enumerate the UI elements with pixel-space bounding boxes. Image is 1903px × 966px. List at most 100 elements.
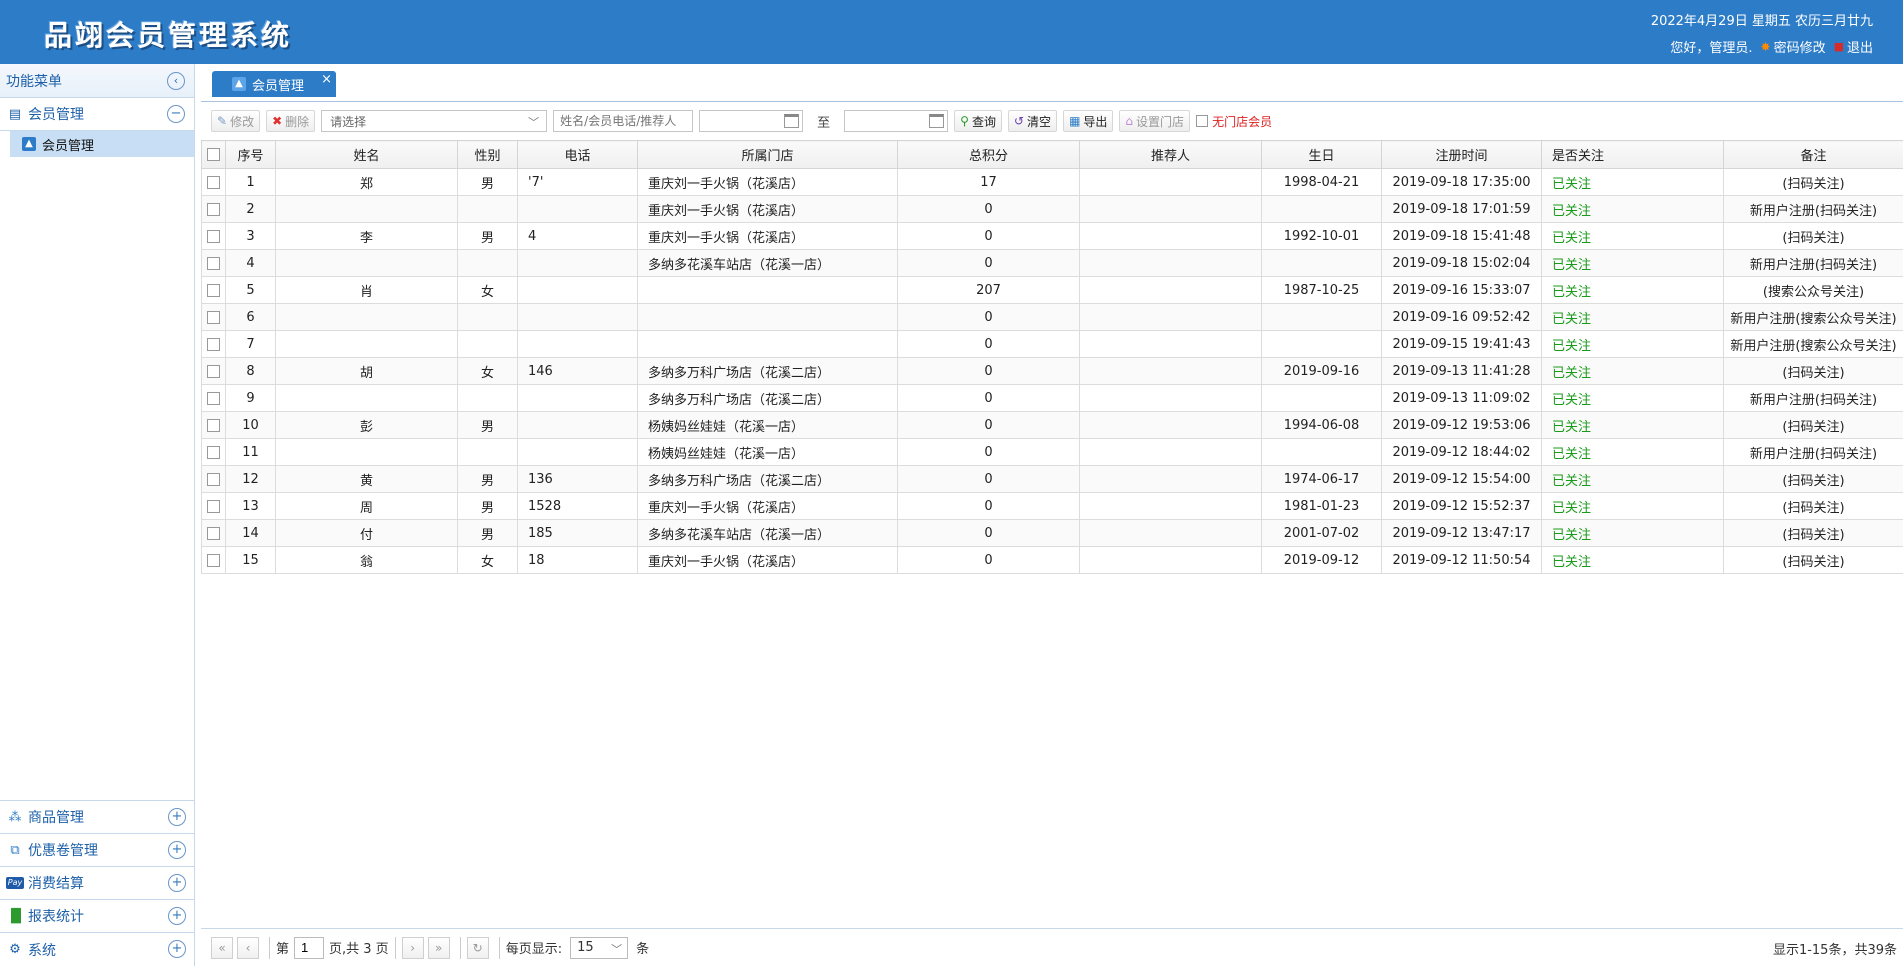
table-row[interactable]: 2 重庆刘一手火锅（花溪店） 0 2019-09-18 17:01:59 已关注 新用户注… (201, 195, 1903, 223)
column-header[interactable]: 总积分 (897, 140, 1080, 169)
change-password-link[interactable]: ✸ 密码修改 (1761, 37, 1826, 57)
row-select-cell[interactable] (201, 519, 226, 547)
prev-page-icon[interactable]: ‹ (237, 936, 259, 959)
sidebar-group-member[interactable]: ▤ 会员管理 − (0, 98, 194, 131)
expand-icon[interactable]: + (168, 808, 186, 826)
edit-button[interactable]: ✎ 修改 (211, 110, 261, 132)
table-row[interactable]: 13 周男 1528 重庆刘一手火锅（花溪店） 0 1981-01-23 2019-09-1… (201, 492, 1903, 520)
sidebar-group-coupon[interactable]: ⧉ 优惠卷管理 + (0, 834, 195, 867)
tab-member-management[interactable]: ▲ 会员管理 × (212, 71, 336, 97)
logout-link[interactable]: ■ 退出 (1834, 37, 1873, 56)
row-checkbox[interactable] (207, 472, 220, 486)
column-header[interactable]: 推荐人 (1079, 140, 1262, 169)
table-row[interactable]: 5 肖女 207 1987-10-25 2019-09-16 15:33:07 已关注 (搜… (201, 276, 1903, 304)
table-row[interactable]: 4 多纳多花溪车站店（花溪一店） 0 2019-09-18 15:02:04 已关注 新用… (201, 249, 1903, 277)
row-select-cell[interactable] (201, 546, 226, 574)
row-checkbox[interactable] (207, 310, 220, 324)
column-header[interactable]: 注册时间 (1381, 140, 1542, 169)
sidebar-group-system[interactable]: ⚙ 系统 + (0, 933, 195, 966)
table-row[interactable]: 1 郑男 '7' 重庆刘一手火锅（花溪店） 17 1998-04-21 2019-09-18… (201, 168, 1903, 196)
column-header[interactable]: 序号 (225, 140, 276, 169)
row-select-cell[interactable] (201, 222, 226, 250)
page-number-input[interactable] (294, 936, 325, 959)
row-select-cell[interactable] (201, 303, 226, 331)
next-page-icon[interactable]: › (401, 936, 424, 959)
start-date-input[interactable] (699, 110, 804, 132)
table-row[interactable]: 3 李男 4 重庆刘一手火锅（花溪店） 0 1992-10-01 2019-09-18 15… (201, 222, 1903, 250)
row-select-cell[interactable] (201, 357, 226, 385)
row-checkbox[interactable] (207, 553, 220, 567)
row-checkbox[interactable] (207, 391, 220, 405)
row-select-cell[interactable] (201, 195, 226, 223)
row-checkbox[interactable] (207, 364, 220, 378)
sidebar-item-member-management[interactable]: ▲ 会员管理 (10, 131, 194, 157)
column-header[interactable]: 所属门店 (637, 140, 898, 169)
table-row[interactable]: 8 胡女 146 多纳多万科广场店（花溪二店） 0 2019-09-16 2019-09-1… (201, 357, 1903, 385)
table-cell: 9 (225, 384, 276, 412)
row-select-cell[interactable] (201, 168, 226, 196)
column-header[interactable]: 电话 (517, 140, 638, 169)
expand-icon[interactable]: + (168, 907, 186, 925)
table-row[interactable]: 11 杨姨妈丝娃娃（花溪一店） 0 2019-09-12 18:44:02 已关注 新用户… (201, 438, 1903, 466)
export-button[interactable]: ▦ 导出 (1063, 110, 1114, 132)
clear-button[interactable]: ↺ 清空 (1007, 110, 1058, 132)
table-row[interactable]: 6 0 2019-09-16 09:52:42 已关注 新用户注册(搜索公众号关注) (201, 303, 1903, 331)
no-store-checkbox[interactable] (1196, 115, 1209, 127)
sidebar-group-goods[interactable]: ⁂ 商品管理 + (0, 801, 195, 834)
first-page-icon[interactable]: « (211, 936, 233, 959)
column-header[interactable]: 性别 (457, 140, 518, 169)
collapse-sidebar-icon[interactable]: ‹ (167, 72, 185, 90)
collapse-group-icon[interactable]: − (167, 105, 185, 123)
row-checkbox[interactable] (207, 202, 220, 216)
row-checkbox[interactable] (207, 499, 220, 513)
calendar-icon[interactable] (929, 114, 945, 128)
close-icon[interactable]: × (321, 72, 332, 87)
row-checkbox[interactable] (207, 418, 220, 432)
no-store-filter[interactable]: 无门店会员 (1196, 113, 1272, 130)
row-select-cell[interactable] (201, 276, 226, 304)
expand-icon[interactable]: + (168, 841, 186, 859)
row-select-cell[interactable] (201, 249, 226, 277)
row-checkbox[interactable] (207, 256, 220, 270)
row-select-cell[interactable] (201, 465, 226, 493)
table-cell (517, 411, 638, 439)
row-checkbox[interactable] (207, 175, 220, 189)
set-store-button[interactable]: ⌂ 设置门店 (1119, 110, 1191, 132)
table-row[interactable]: 15 翁女 18 重庆刘一手火锅（花溪店） 0 2019-09-12 2019-09-12 … (201, 546, 1903, 574)
end-date-input[interactable] (844, 110, 949, 132)
row-checkbox[interactable] (207, 526, 220, 540)
column-header[interactable]: 生日 (1261, 140, 1382, 169)
table-row[interactable]: 10 彭男 杨姨妈丝娃娃（花溪一店） 0 1994-06-08 2019-09-12 19… (201, 411, 1903, 439)
row-select-cell[interactable] (201, 438, 226, 466)
table-cell: 0 (897, 357, 1080, 385)
row-select-cell[interactable] (201, 492, 226, 520)
row-select-cell[interactable] (201, 411, 226, 439)
select-all-checkbox[interactable] (207, 148, 220, 161)
last-page-icon[interactable]: » (427, 936, 450, 959)
row-checkbox[interactable] (207, 445, 220, 459)
row-checkbox[interactable] (207, 229, 220, 243)
row-checkbox[interactable] (207, 283, 220, 297)
calendar-icon[interactable] (784, 114, 800, 128)
row-select-cell[interactable] (201, 330, 226, 358)
table-row[interactable]: 12 黄男 136 多纳多万科广场店（花溪二店） 0 1974-06-17 2019-09-… (201, 465, 1903, 493)
table-row[interactable]: 7 0 2019-09-15 19:41:43 已关注 新用户注册(搜索公众号关注) (201, 330, 1903, 358)
table-row[interactable]: 14 付男 185 多纳多花溪车站店（花溪一店） 0 2001-07-02 2019-09-… (201, 519, 1903, 547)
column-header[interactable]: 备注 (1723, 140, 1903, 169)
store-select[interactable]: 请选择 ﹀ (321, 110, 548, 132)
search-input[interactable] (553, 110, 694, 132)
refresh-icon[interactable]: ↻ (466, 936, 489, 959)
row-select-cell[interactable] (201, 384, 226, 412)
table-row[interactable]: 9 多纳多万科广场店（花溪二店） 0 2019-09-13 11:09:02 已关注 新用… (201, 384, 1903, 412)
column-header[interactable]: 姓名 (275, 140, 458, 169)
sidebar-group-reports[interactable]: ▐▌ 报表统计 + (0, 900, 195, 933)
delete-button[interactable]: ✖ 删除 (266, 110, 316, 132)
column-header[interactable]: 是否关注 (1541, 140, 1724, 169)
sidebar-group-settlement[interactable]: Pay 消费结算 + (0, 867, 195, 900)
expand-icon[interactable]: + (168, 874, 186, 892)
row-checkbox[interactable] (207, 337, 220, 351)
query-button[interactable]: ⚲ 查询 (954, 110, 1002, 132)
select-all-cell[interactable] (201, 140, 226, 169)
expand-icon[interactable]: + (168, 940, 186, 958)
page-size-select[interactable]: 15 ﹀ (570, 936, 629, 959)
